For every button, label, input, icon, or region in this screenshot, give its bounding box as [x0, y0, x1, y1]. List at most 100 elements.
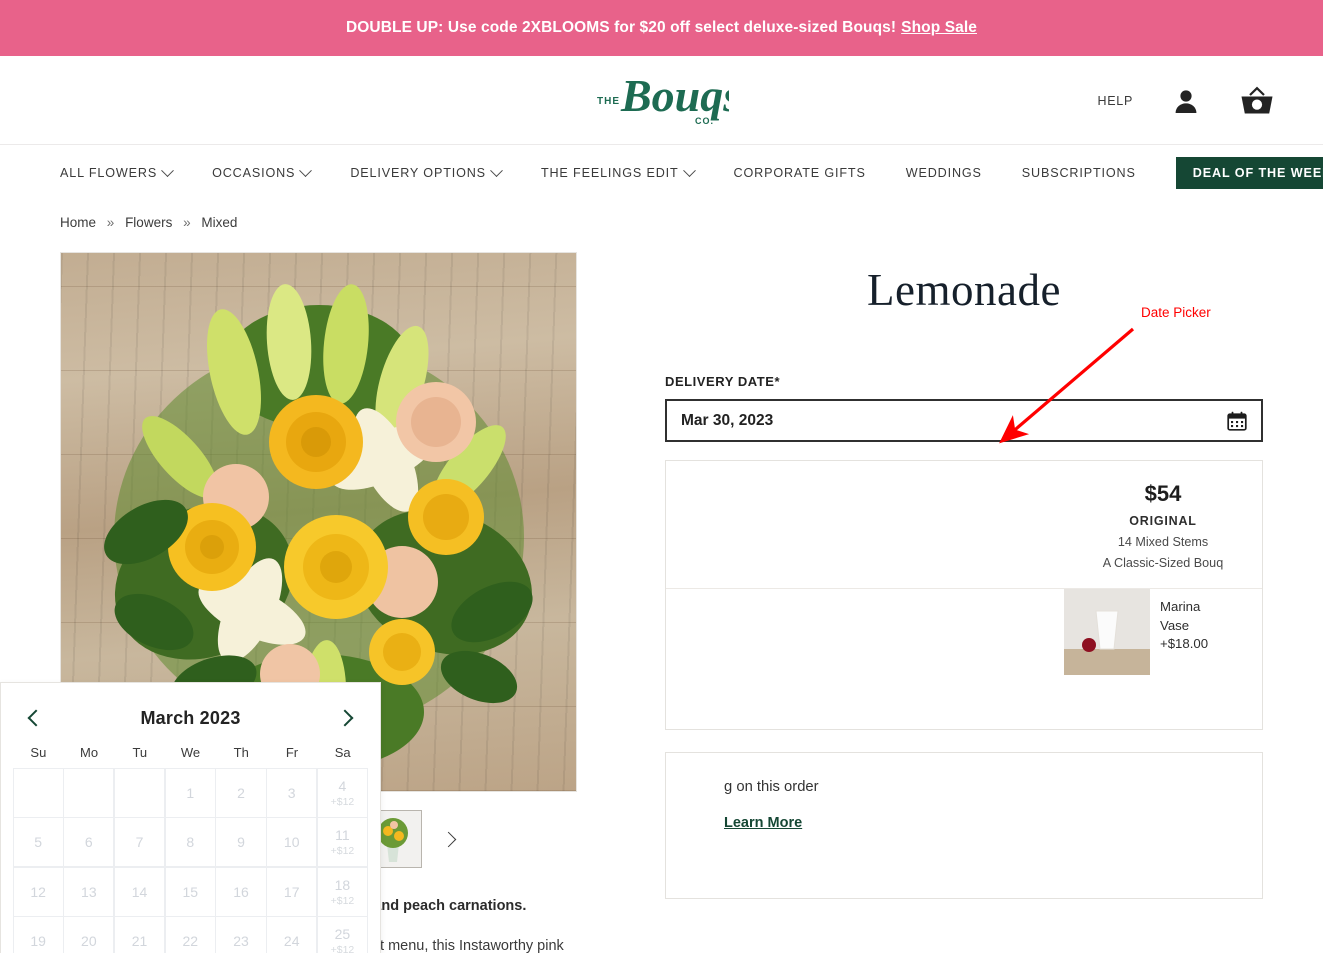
calendar-day-number: 4 [338, 777, 347, 794]
calendar-day-number: 2 [237, 784, 245, 801]
calendar-day-surcharge: +$12 [330, 795, 355, 808]
calendar-day-number: 21 [131, 933, 148, 949]
calendar-day-number: 20 [81, 933, 97, 949]
addon-name-line1: Marina [1160, 599, 1201, 614]
calendar-day-18: 18 +$12 [316, 866, 369, 917]
nav-item-delivery-options[interactable]: DELIVERY OPTIONS [350, 163, 503, 180]
shipping-info-box: g on this order Learn More [665, 752, 1263, 899]
delivery-date-value: Mar 30, 2023 [681, 411, 774, 429]
calendar-prev-month-button[interactable] [23, 705, 49, 731]
calendar-next-month-button[interactable] [332, 705, 358, 731]
cart-button[interactable]: 0 [1239, 86, 1275, 116]
addon-vase-thumbnail [1064, 589, 1150, 675]
promo-banner-text: DOUBLE UP: Use code 2XBLOOMS for $20 off… [345, 19, 897, 36]
calendar-day-number: 19 [30, 933, 46, 949]
product-options-column: Lemonade DELIVERY DATE* Mar 30, 2023 $54… [0, 252, 1263, 953]
breadcrumb-item-mixed[interactable]: Mixed [201, 215, 237, 230]
addon-marina-vase[interactable]: Marina Vase +$18.00 [1064, 589, 1262, 675]
shipping-text: g on this order [724, 779, 819, 795]
calendar-day-6: 6 [63, 817, 115, 867]
breadcrumb-item-flowers[interactable]: Flowers [125, 215, 172, 230]
calendar-week-row: 1 2 3 4 +$12 [12, 767, 369, 818]
learn-more-link[interactable]: Learn More [724, 815, 802, 831]
calendar-day-number: 5 [34, 834, 42, 850]
calendar-day-number: 25 [334, 926, 351, 942]
nav-label: OCCASIONS [212, 166, 296, 180]
chevron-down-icon [682, 163, 696, 177]
vase-icon [1064, 589, 1150, 675]
nav-label: THE FEELINGS EDIT [540, 166, 679, 180]
nav-item-corporate-gifts[interactable]: CORPORATE GIFTS [734, 166, 866, 180]
addon-options-row: Marina Vase +$18.00 [666, 588, 1262, 675]
calendar-day-15: 15 [164, 866, 216, 917]
calendar-day-25: 25 +$12 [316, 916, 369, 953]
calendar-day-number: 17 [283, 883, 300, 900]
chevron-down-icon [161, 163, 174, 177]
calendar-day-24: 24 [266, 916, 318, 953]
calendar-day-23: 23 [215, 916, 267, 953]
nav-item-the-feelings-edit[interactable]: THE FEELINGS EDIT [540, 163, 696, 180]
product-page: Bright arrangement with yellow roses and… [0, 230, 1323, 953]
shop-sale-link[interactable]: Shop Sale [901, 19, 977, 37]
calendar-day-number: 14 [131, 883, 148, 900]
nav-item-subscriptions[interactable]: SUBSCRIPTIONS [1022, 166, 1136, 180]
calendar-day-empty [63, 767, 115, 818]
price-option-original[interactable]: $54 ORIGINAL 14 Mixed Stems A Classic-Si… [1064, 461, 1262, 588]
breadcrumb-separator: » [183, 215, 191, 230]
calendar-day-11: 11 +$12 [316, 817, 369, 867]
carousel-next-button[interactable] [438, 824, 460, 854]
nav-item-occasions[interactable]: OCCASIONS [212, 163, 313, 180]
calendar-day-empty [12, 767, 64, 818]
deal-of-the-week-button[interactable]: DEAL OF THE WEEK [1175, 157, 1323, 189]
bouqs-logo-icon: THE Bouqs CO. [597, 70, 729, 126]
calendar-day-9: 9 [215, 817, 267, 867]
nav-label: DELIVERY OPTIONS [350, 166, 486, 180]
nav-label: ALL FLOWERS [60, 166, 158, 180]
breadcrumb-item-home[interactable]: Home [60, 215, 96, 230]
chevron-right-icon [440, 831, 457, 847]
calendar-day-surcharge: +$12 [330, 944, 355, 953]
price-tier: ORIGINAL [1129, 514, 1197, 528]
svg-text:THE: THE [597, 96, 620, 107]
calendar-day-10: 10 [266, 817, 318, 867]
calendar-day-20: 20 [63, 916, 115, 953]
price-options-row: $54 ORIGINAL 14 Mixed Stems A Classic-Si… [666, 461, 1262, 588]
calendar-header: March 2023 [1, 699, 380, 731]
svg-text:CO.: CO. [695, 116, 714, 126]
calendar-day-number: 23 [233, 933, 249, 949]
calendar-day-8: 8 [164, 817, 216, 867]
person-icon [1175, 89, 1197, 113]
calendar-day-2: 2 [215, 767, 267, 818]
calendar-week-row: 19 20 21 22 23 24 25 +$12 [12, 916, 369, 953]
calendar-day-number: 13 [81, 883, 97, 900]
date-picker-calendar[interactable]: March 2023 Su Mo Tu We Th Fr Sa 1 2 3 4 +$12… [0, 682, 381, 953]
addon-name-line2: Vase [1160, 617, 1190, 633]
account-button[interactable] [1173, 87, 1199, 115]
nav-item-all-flowers[interactable]: ALL FLOWERS [60, 163, 174, 180]
calendar-icon[interactable] [1227, 411, 1247, 431]
calendar-day-number: 1 [186, 784, 195, 801]
svg-text:Bouqs: Bouqs [620, 70, 729, 121]
delivery-date-input[interactable]: Mar 30, 2023 [665, 399, 1263, 442]
calendar-day-7: 7 [113, 817, 166, 867]
product-options-panel: $54 ORIGINAL 14 Mixed Stems A Classic-Si… [665, 460, 1263, 730]
calendar-day-5: 5 [12, 817, 64, 867]
price-stems: 14 Mixed Stems [1117, 535, 1209, 549]
day-header-su: Su [30, 745, 47, 760]
calendar-day-22: 22 [164, 916, 216, 953]
nav-item-weddings[interactable]: WEDDINGS [906, 166, 982, 180]
calendar-day-headers: Su Mo Tu We Th Fr Sa [1, 731, 380, 768]
promo-banner: DOUBLE UP: Use code 2XBLOOMS for $20 off… [0, 0, 1323, 56]
day-header-fr: Fr [285, 745, 299, 760]
calendar-day-1: 1 [164, 767, 216, 818]
calendar-day-13: 13 [63, 866, 115, 917]
calendar-day-number: 8 [186, 834, 195, 850]
page-title: Lemonade [867, 265, 1061, 315]
addon-details: Marina Vase +$18.00 [1150, 589, 1218, 675]
calendar-day-17: 17 [266, 866, 318, 917]
main-nav: ALL FLOWERS OCCASIONS DELIVERY OPTIONS T… [0, 145, 1323, 201]
calendar-day-14: 14 [113, 866, 166, 917]
day-header-th: Th [233, 745, 249, 760]
calendar-day-number: 18 [334, 876, 351, 893]
help-link[interactable]: HELP [1098, 94, 1133, 108]
